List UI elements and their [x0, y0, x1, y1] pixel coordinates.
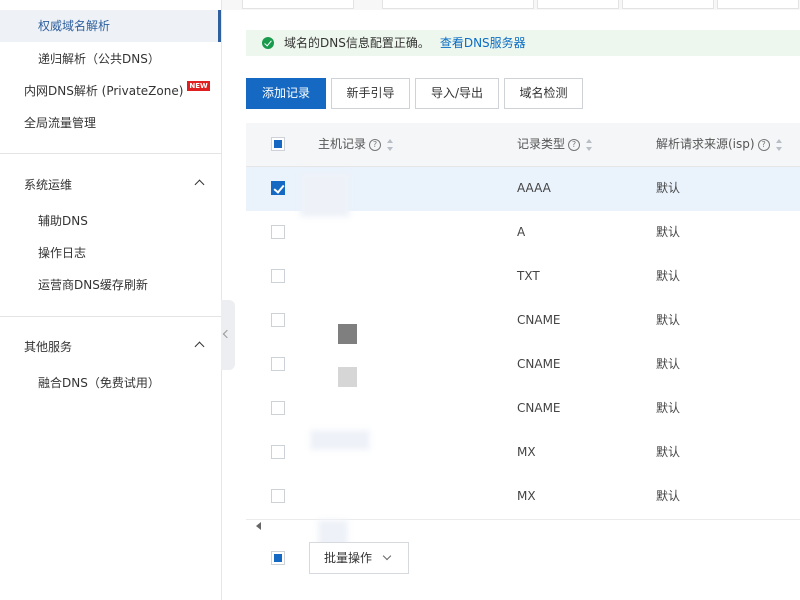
- table-row[interactable]: TXT 默认: [246, 255, 800, 300]
- column-title: 解析请求来源(isp): [656, 137, 755, 151]
- footer-select-all-checkbox[interactable]: [271, 551, 285, 565]
- sidebar-item-label: 运营商DNS缓存刷新: [38, 278, 148, 292]
- sidebar-item-label: 操作日志: [38, 246, 87, 260]
- sidebar-item-label: 权威域名解析: [38, 19, 111, 33]
- help-icon[interactable]: ?: [568, 138, 581, 151]
- row-checkbox[interactable]: [271, 445, 285, 459]
- column-title: 主机记录: [318, 137, 367, 151]
- batch-operation-button[interactable]: 批量操作: [309, 542, 409, 574]
- row-checkbox[interactable]: [271, 401, 285, 415]
- sidebar-item-privatezone[interactable]: 内网DNS解析 (PrivateZone) NEW: [0, 75, 221, 107]
- sidebar: 权威域名解析 递归解析（公共DNS） 内网DNS解析 (PrivateZone)…: [0, 0, 222, 600]
- sidebar-item-secondary-dns[interactable]: 辅助DNS: [0, 205, 221, 237]
- redacted-host: [310, 430, 370, 450]
- sidebar-divider: [0, 153, 221, 154]
- check-circle-icon: [262, 37, 274, 49]
- column-title: 记录类型: [517, 137, 566, 151]
- domain-check-button[interactable]: 域名检测: [504, 78, 583, 109]
- tab[interactable]: [382, 0, 534, 9]
- table-row[interactable]: CNAME 默认: [246, 299, 800, 344]
- table-header: 主机记录? 记录类型? 解析请求来源(isp)?: [246, 123, 800, 167]
- alert-message: 域名的DNS信息配置正确。: [284, 36, 430, 50]
- help-icon[interactable]: ?: [757, 138, 770, 151]
- chevron-up-icon: [194, 179, 205, 190]
- tabs-strip: [222, 0, 800, 10]
- table-row[interactable]: MX 默认: [246, 475, 800, 520]
- tab[interactable]: [537, 0, 619, 9]
- row-checkbox[interactable]: [271, 357, 285, 371]
- redacted-host: [300, 172, 350, 217]
- view-dns-servers-link[interactable]: 查看DNS服务器: [440, 36, 526, 50]
- sidebar-group-ops[interactable]: 系统运维: [0, 170, 221, 200]
- sidebar-item-public-dns[interactable]: 递归解析（公共DNS）: [0, 43, 221, 75]
- table-row[interactable]: CNAME 默认: [246, 343, 800, 388]
- table-row[interactable]: A 默认: [246, 211, 800, 256]
- record-isp: 默认: [656, 401, 681, 415]
- column-header-isp[interactable]: 解析请求来源(isp)?: [656, 123, 783, 166]
- sidebar-item-label: 内网DNS解析 (PrivateZone): [24, 84, 184, 98]
- select-all-checkbox[interactable]: [271, 137, 285, 151]
- record-isp: 默认: [656, 181, 681, 195]
- row-checkbox[interactable]: [271, 181, 285, 195]
- sort-icon[interactable]: [586, 138, 593, 151]
- chevron-down-icon: [382, 551, 392, 561]
- column-header-host[interactable]: 主机记录?: [318, 123, 394, 166]
- record-type: CNAME: [517, 357, 561, 371]
- sidebar-divider: [0, 316, 221, 317]
- tab[interactable]: [717, 0, 799, 9]
- chevron-up-icon: [194, 341, 205, 352]
- record-isp: 默认: [656, 225, 681, 239]
- record-type: TXT: [517, 269, 540, 283]
- sidebar-item-cache-refresh[interactable]: 运营商DNS缓存刷新: [0, 269, 221, 301]
- guide-button[interactable]: 新手引导: [331, 78, 410, 109]
- chevron-left-icon: [222, 329, 232, 339]
- record-type: MX: [517, 489, 536, 503]
- row-checkbox[interactable]: [271, 489, 285, 503]
- import-export-button[interactable]: 导入/导出: [415, 78, 499, 109]
- column-header-type[interactable]: 记录类型?: [517, 123, 593, 166]
- record-type: CNAME: [517, 401, 561, 415]
- sort-icon[interactable]: [775, 138, 783, 151]
- record-type: MX: [517, 445, 536, 459]
- record-isp: 默认: [656, 489, 681, 503]
- record-isp: 默认: [656, 357, 681, 371]
- sidebar-item-label: 融合DNS（免费试用）: [38, 376, 160, 390]
- new-badge: NEW: [187, 81, 210, 91]
- sort-icon[interactable]: [387, 138, 394, 151]
- dns-config-alert: 域名的DNS信息配置正确。 查看DNS服务器: [246, 30, 800, 56]
- sidebar-group-title: 系统运维: [24, 178, 73, 192]
- sidebar-item-fusion-dns[interactable]: 融合DNS（免费试用）: [0, 367, 221, 399]
- help-icon[interactable]: ?: [369, 138, 382, 151]
- tab[interactable]: [622, 0, 714, 9]
- row-checkbox[interactable]: [271, 225, 285, 239]
- sidebar-item-label: 辅助DNS: [38, 214, 88, 228]
- add-record-button[interactable]: 添加记录: [246, 78, 326, 109]
- table-row[interactable]: CNAME 默认: [246, 387, 800, 432]
- row-checkbox[interactable]: [271, 313, 285, 327]
- record-isp: 默认: [656, 269, 681, 283]
- sidebar-item-label: 全局流量管理: [24, 116, 97, 130]
- redacted-block: [338, 367, 357, 387]
- batch-label: 批量操作: [324, 551, 373, 565]
- sidebar-collapse-handle[interactable]: [221, 300, 235, 370]
- record-isp: 默认: [656, 445, 681, 459]
- redacted-block: [338, 324, 357, 344]
- sidebar-item-label: 递归解析（公共DNS）: [38, 52, 160, 66]
- scroll-left-icon[interactable]: [256, 522, 261, 530]
- record-type: CNAME: [517, 313, 561, 327]
- row-checkbox[interactable]: [271, 269, 285, 283]
- record-type: A: [517, 225, 526, 239]
- tab[interactable]: [242, 0, 354, 9]
- sidebar-item-traffic-management[interactable]: 全局流量管理: [0, 107, 221, 139]
- sidebar-item-operation-log[interactable]: 操作日志: [0, 237, 221, 269]
- sidebar-group-other[interactable]: 其他服务: [0, 332, 221, 362]
- record-type: AAAA: [517, 181, 551, 195]
- record-isp: 默认: [656, 313, 681, 327]
- sidebar-item-authoritative-dns[interactable]: 权威域名解析: [0, 10, 221, 42]
- sidebar-group-title: 其他服务: [24, 340, 73, 354]
